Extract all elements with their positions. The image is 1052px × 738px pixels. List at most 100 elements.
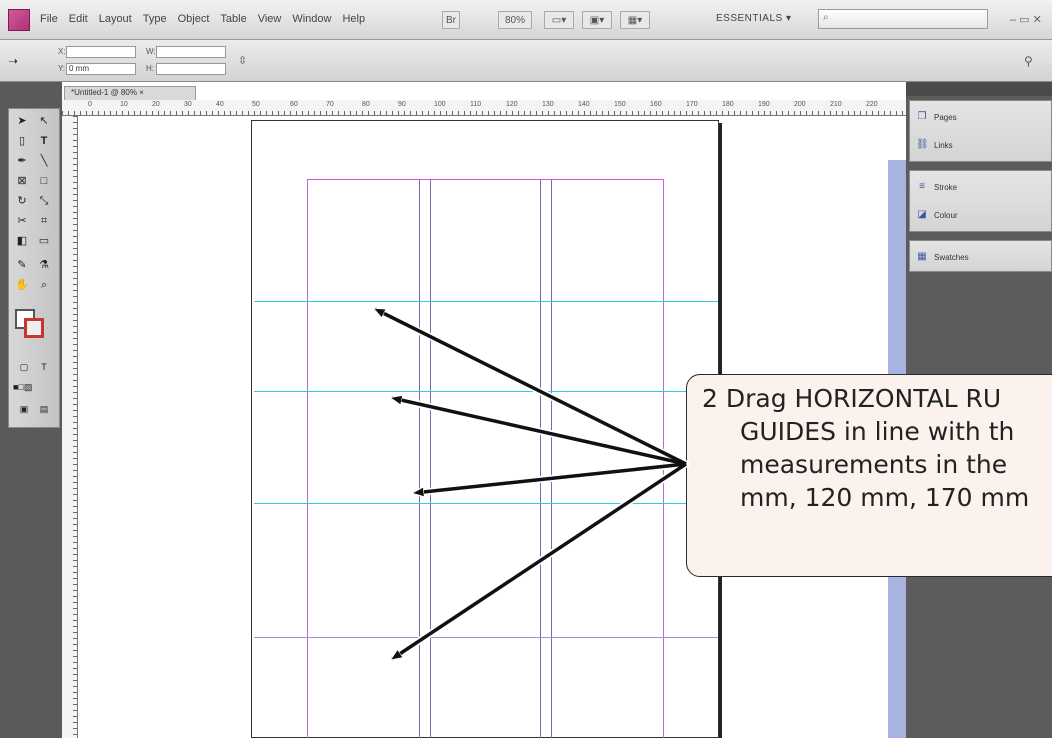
stroke-panel-tab[interactable]: ≡ Stroke [916, 177, 957, 197]
tools-panel: ➤ ↖ ▯ T ✒ ╲ ⊠ □ ↻ ⤡ ✂ ⌗ ◧ ▭ ✎ ⚗ ✋ ⌕ ▢ T … [8, 108, 60, 428]
panel-group-pages-links: ❐ Pages ⛓ Links [909, 100, 1052, 162]
callout-line: GUIDES in line with th [740, 417, 1015, 446]
ruler-tick: 40 [216, 101, 224, 108]
menu-type[interactable]: Type [143, 13, 167, 25]
ruler-tick: 180 [722, 101, 734, 108]
height-field[interactable] [156, 63, 226, 75]
hand-tool-icon[interactable]: ✋ [13, 277, 31, 293]
document-page[interactable] [251, 120, 719, 738]
column-guide [430, 179, 431, 738]
ruler-guide[interactable] [254, 391, 718, 392]
pages-icon: ❐ [917, 111, 927, 122]
ruler-tick: 120 [506, 101, 518, 108]
menu-help[interactable]: Help [342, 13, 365, 25]
fill-stroke-swatch-icon[interactable] [15, 309, 45, 339]
ruler-tick: 20 [152, 101, 160, 108]
reference-point-icon[interactable]: ➝ [8, 54, 18, 68]
column-guide [551, 179, 552, 738]
gradient-swatch-tool-icon[interactable]: ◧ [13, 233, 31, 249]
horizontal-ruler[interactable]: 0 10 20 30 40 50 60 70 80 90 100 110 120… [62, 100, 906, 116]
links-icon: ⛓ [916, 139, 929, 150]
menu-table[interactable]: Table [220, 13, 246, 25]
width-field[interactable] [156, 46, 226, 58]
ruler-tick: 190 [758, 101, 770, 108]
callout-text: 2 Drag HORIZONTAL RU GUIDES in line with… [702, 382, 1052, 514]
eyedropper-tool-icon[interactable]: ⚗ [35, 257, 53, 273]
menu-file[interactable]: File [40, 13, 58, 25]
column-guide [419, 179, 420, 738]
right-margin-guide [663, 179, 664, 738]
vertical-ruler[interactable] [62, 116, 78, 738]
pages-panel-tab[interactable]: ❐ Pages [916, 107, 957, 127]
arrange-documents-icon[interactable]: ▦▾ [620, 11, 650, 29]
y-field[interactable]: 0 mm [66, 63, 136, 75]
stroke-label: Stroke [934, 182, 958, 192]
indesign-logo-icon[interactable] [8, 9, 30, 31]
column-guide [540, 179, 541, 738]
note-tool-icon[interactable]: ✎ [13, 257, 31, 273]
search-icon: ⌕ [823, 12, 829, 23]
w-label: W: [146, 47, 156, 56]
gradient-feather-tool-icon[interactable]: ▭ [35, 233, 53, 249]
panel-menu-icon[interactable]: ⚲ [1024, 54, 1033, 68]
free-transform-tool-icon[interactable]: ⌗ [35, 213, 53, 229]
panel-dock-header [906, 82, 1052, 96]
rectangle-frame-tool-icon[interactable]: ⊠ [13, 173, 31, 189]
rotate-tool-icon[interactable]: ↻ [13, 193, 31, 209]
links-panel-tab[interactable]: ⛓ Links [916, 135, 953, 155]
x-field[interactable] [66, 46, 136, 58]
rectangle-tool-icon[interactable]: □ [35, 173, 53, 189]
search-input[interactable]: ⌕ [818, 9, 988, 29]
type-tool-icon[interactable]: T [35, 133, 53, 149]
zoom-level-dropdown[interactable]: 80% [498, 11, 532, 29]
menu-view[interactable]: View [258, 13, 282, 25]
line-tool-icon[interactable]: ╲ [35, 153, 53, 169]
formatting-container-icon[interactable]: ▢ [15, 359, 33, 375]
preview-view-icon[interactable]: ▤ [35, 401, 53, 417]
x-label: X: [58, 47, 66, 56]
menu-window[interactable]: Window [292, 13, 331, 25]
callout-line: measurements in the [740, 450, 1008, 479]
ruler-tick: 140 [578, 101, 590, 108]
pages-label: Pages [934, 112, 957, 122]
colour-panel-tab[interactable]: ◪ Colour [916, 205, 958, 225]
ruler-guide[interactable] [254, 637, 718, 638]
ruler-tick: 170 [686, 101, 698, 108]
h-label: H: [146, 64, 154, 73]
scissors-tool-icon[interactable]: ✂ [13, 213, 31, 229]
swatches-panel-tab[interactable]: ▦ Swatches [916, 247, 968, 267]
window-controls[interactable]: – ▭ ✕ [1010, 13, 1042, 26]
ruler-tick: 160 [650, 101, 662, 108]
zoom-tool-icon[interactable]: ⌕ [35, 277, 53, 293]
normal-view-icon[interactable]: ▣ [15, 401, 33, 417]
panel-group-swatches: ▦ Swatches [909, 240, 1052, 272]
callout-line: 2 Drag HORIZONTAL RU [702, 384, 1002, 413]
constrain-proportions-icon[interactable]: ⇳ [238, 54, 247, 67]
ruler-guide[interactable] [254, 301, 718, 302]
ruler-tick: 90 [398, 101, 406, 108]
document-tab[interactable]: *Untitled-1 @ 80% × [64, 86, 196, 100]
apply-color-icon[interactable]: ■□▨ [13, 379, 32, 395]
workspace-switcher[interactable]: ESSENTIALS ▾ [716, 13, 792, 24]
colour-label: Colour [934, 210, 958, 220]
page-tool-icon[interactable]: ▯ [13, 133, 31, 149]
view-options-icon[interactable]: ▭▾ [544, 11, 574, 29]
ruler-guide[interactable] [254, 503, 718, 504]
ruler-tick: 150 [614, 101, 626, 108]
ruler-tick: 210 [830, 101, 842, 108]
ruler-tick: 10 [120, 101, 128, 108]
bridge-icon[interactable]: Br [442, 11, 460, 29]
selection-tool-icon[interactable]: ➤ [13, 113, 31, 129]
direct-selection-tool-icon[interactable]: ↖ [35, 113, 53, 129]
menu-object[interactable]: Object [178, 13, 210, 25]
y-label: Y: [58, 64, 66, 73]
ruler-tick: 220 [866, 101, 878, 108]
ruler-tick: 200 [794, 101, 806, 108]
menu-edit[interactable]: Edit [69, 13, 88, 25]
scale-tool-icon[interactable]: ⤡ [35, 193, 53, 209]
pen-tool-icon[interactable]: ✒ [13, 153, 31, 169]
formatting-text-icon[interactable]: T [35, 359, 53, 375]
screen-mode-icon[interactable]: ▣▾ [582, 11, 612, 29]
menu-layout[interactable]: Layout [99, 13, 132, 25]
links-label: Links [934, 140, 953, 150]
